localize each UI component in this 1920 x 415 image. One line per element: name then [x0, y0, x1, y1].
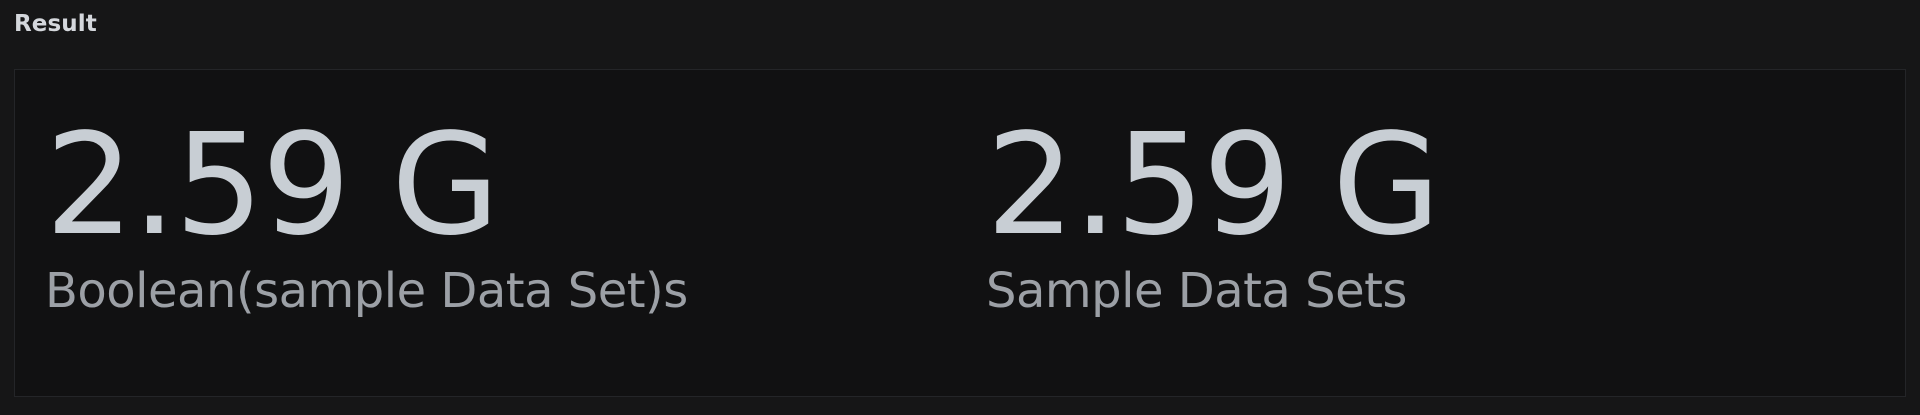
stat-card-sample-data-sets: 2.59 G Sample Data Sets — [986, 111, 1846, 320]
stat-card-boolean-sample-data-sets: 2.59 G Boolean(sample Data Set)s — [45, 111, 905, 320]
result-view: Result 2.59 G Boolean(sample Data Set)s … — [0, 0, 1920, 415]
stat-value: 2.59 G — [45, 104, 500, 267]
result-title: Result — [14, 11, 97, 37]
stat-value: 2.59 G — [986, 104, 1441, 267]
stat-label: Sample Data Sets — [986, 263, 1407, 319]
stat-label: Boolean(sample Data Set)s — [45, 263, 688, 319]
result-panel: 2.59 G Boolean(sample Data Set)s 2.59 G … — [14, 69, 1906, 397]
